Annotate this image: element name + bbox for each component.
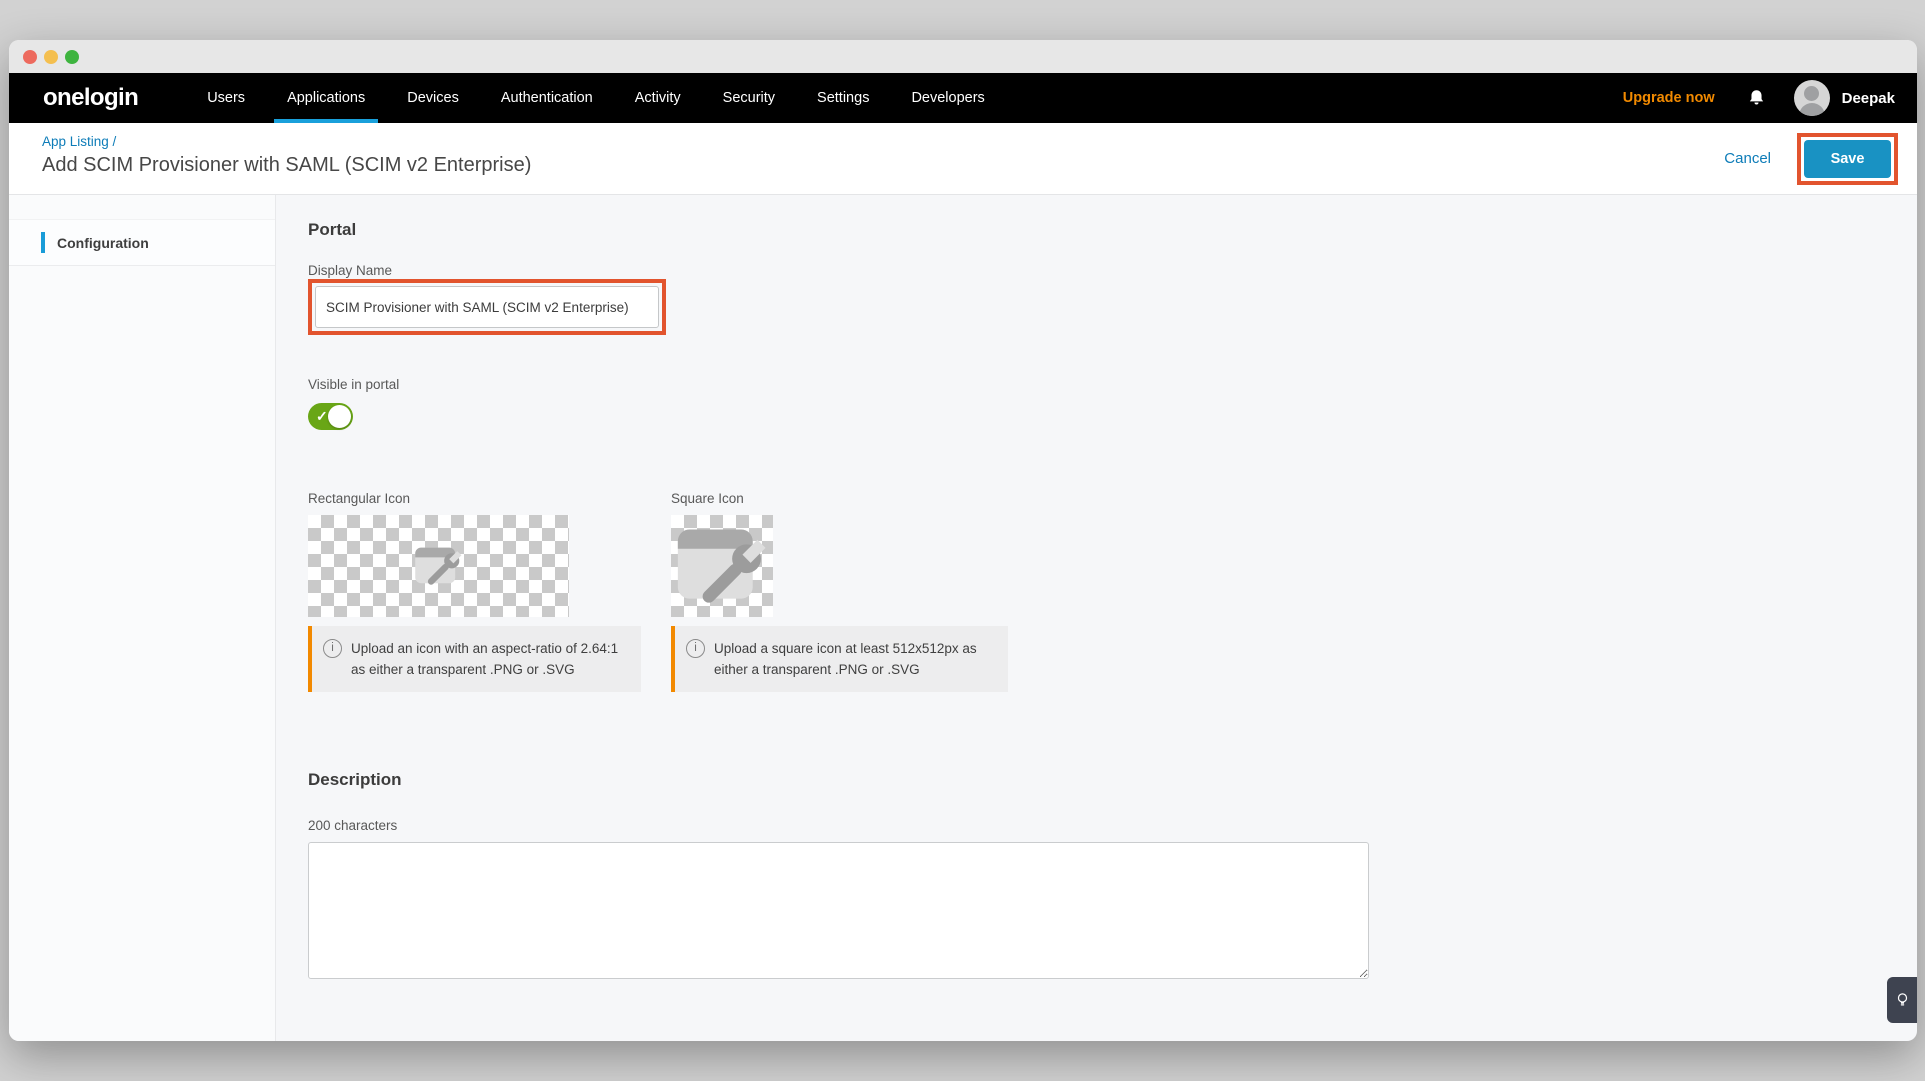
active-item-indicator	[41, 232, 45, 253]
user-name[interactable]: Deepak	[1842, 90, 1895, 107]
toggle-knob	[328, 405, 351, 428]
help-lightbulb-button[interactable]	[1887, 977, 1917, 1023]
nav-item-authentication[interactable]: Authentication	[480, 73, 614, 123]
nav-item-users[interactable]: Users	[186, 73, 266, 123]
nav-item-settings[interactable]: Settings	[796, 73, 890, 123]
square-icon-column: Square Icon i	[671, 491, 1008, 692]
close-window-icon[interactable]	[23, 50, 37, 64]
browser-window: onelogin Users Applications Devices Auth…	[9, 40, 1917, 1041]
visible-in-portal-label: Visible in portal	[308, 377, 1917, 393]
upgrade-now-link[interactable]: Upgrade now	[1623, 90, 1715, 106]
info-icon: i	[686, 639, 705, 658]
page-title: Add SCIM Provisioner with SAML (SCIM v2 …	[42, 154, 531, 177]
display-name-input[interactable]	[315, 286, 659, 328]
avatar-head-shape	[1804, 86, 1819, 101]
window-titlebar	[9, 40, 1917, 73]
nav-menu: Users Applications Devices Authenticatio…	[186, 73, 1006, 123]
square-icon-label: Square Icon	[671, 491, 1008, 507]
user-avatar[interactable]	[1794, 80, 1830, 116]
toggle-check-icon: ✓	[316, 407, 328, 424]
description-textarea[interactable]	[308, 842, 1369, 979]
onelogin-logo[interactable]: onelogin	[43, 84, 138, 112]
top-nav: onelogin Users Applications Devices Auth…	[9, 73, 1917, 123]
nav-item-applications[interactable]: Applications	[266, 73, 386, 123]
nav-item-security[interactable]: Security	[702, 73, 796, 123]
nav-item-developers[interactable]: Developers	[890, 73, 1005, 123]
display-name-annotation-highlight	[308, 279, 666, 335]
rectangular-icon-column: Rectangular Icon i	[308, 491, 641, 692]
page-header: App Listing / Add SCIM Provisioner with …	[9, 123, 1917, 195]
visible-in-portal-toggle[interactable]: ✓	[308, 403, 353, 430]
info-icon: i	[323, 639, 342, 658]
avatar-shoulders-shape	[1799, 103, 1825, 116]
nav-item-devices[interactable]: Devices	[386, 73, 480, 123]
minimize-window-icon[interactable]	[44, 50, 58, 64]
app-wrench-placeholder-icon	[673, 518, 771, 614]
notifications-bell-icon[interactable]	[1747, 88, 1766, 108]
maximize-window-icon[interactable]	[65, 50, 79, 64]
portal-section-heading: Portal	[308, 219, 1917, 241]
app-wrench-placeholder-icon	[410, 539, 468, 593]
display-name-label: Display Name	[308, 263, 1917, 279]
rectangular-icon-hint-text: Upload an icon with an aspect-ratio of 2…	[351, 638, 628, 680]
nav-item-activity[interactable]: Activity	[614, 73, 702, 123]
icon-upload-row: Rectangular Icon i	[308, 491, 1917, 692]
lightbulb-icon	[1895, 991, 1910, 1009]
page-body: Configuration Portal Display Name Visibl…	[9, 195, 1917, 1041]
description-section-heading: Description	[308, 769, 1917, 791]
square-icon-upload-area[interactable]	[671, 515, 773, 617]
sidebar-item-label: Configuration	[57, 235, 149, 251]
breadcrumb[interactable]: App Listing /	[42, 134, 116, 149]
rectangular-icon-hint: i Upload an icon with an aspect-ratio of…	[308, 626, 641, 692]
square-icon-hint: i Upload a square icon at least 512x512p…	[671, 626, 1008, 692]
rectangular-icon-upload-area[interactable]	[308, 515, 569, 617]
nav-right-controls: Upgrade now Deepak	[1623, 80, 1917, 116]
save-annotation-highlight: Save	[1797, 133, 1898, 185]
rectangular-icon-label: Rectangular Icon	[308, 491, 641, 507]
sidebar-item-configuration[interactable]: Configuration	[9, 219, 275, 266]
sidebar: Configuration	[9, 195, 276, 1041]
character-count-label: 200 characters	[308, 818, 1917, 834]
cancel-button[interactable]: Cancel	[1724, 150, 1771, 167]
header-actions: Cancel Save	[1724, 123, 1898, 194]
square-icon-hint-text: Upload a square icon at least 512x512px …	[714, 638, 995, 680]
main-content: Portal Display Name Visible in portal ✓ …	[276, 195, 1917, 1041]
save-button[interactable]: Save	[1804, 140, 1891, 178]
